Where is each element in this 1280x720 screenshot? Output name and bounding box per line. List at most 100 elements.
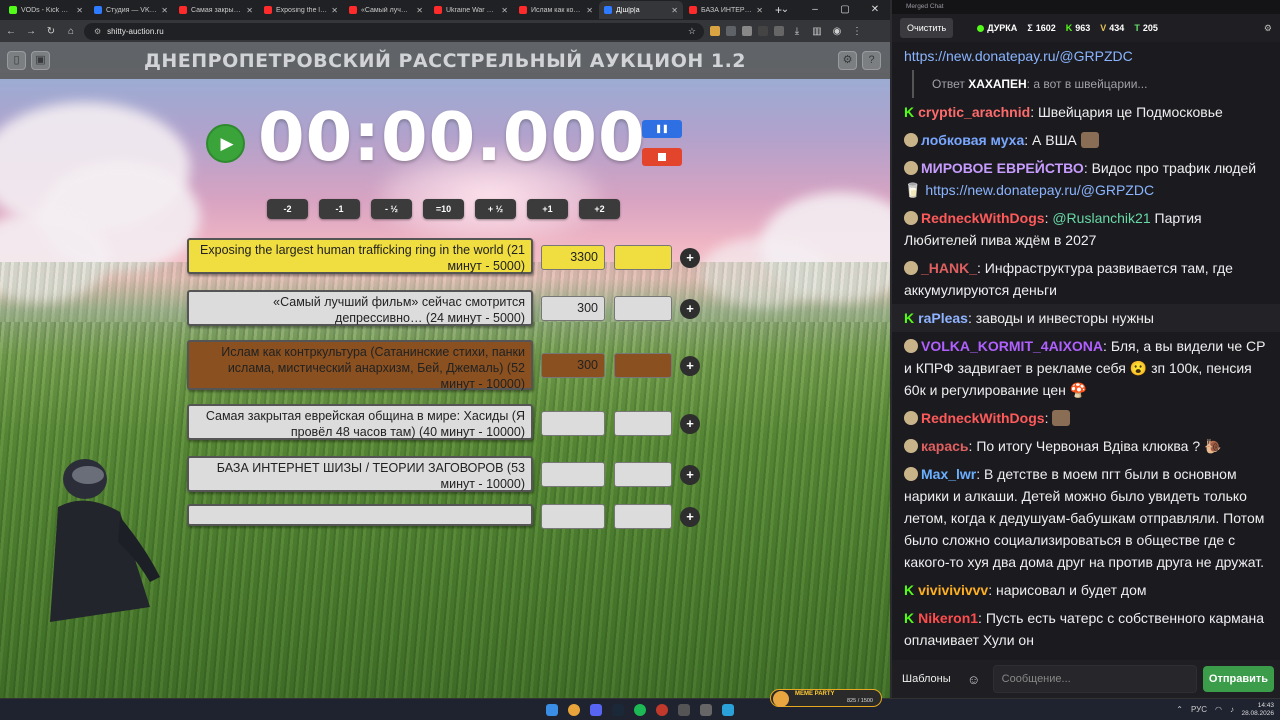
chat-username[interactable]: vivivivivvv xyxy=(918,582,988,598)
templates-button[interactable]: Шаблоны xyxy=(898,673,955,685)
adjust-button[interactable]: -2 xyxy=(267,199,308,219)
add-amount-button[interactable]: + xyxy=(680,465,700,485)
adjust-button[interactable]: - ½ xyxy=(371,199,412,219)
add-amount-button[interactable]: + xyxy=(680,414,700,434)
lot-amount[interactable] xyxy=(541,504,605,529)
lang-indicator[interactable]: РУС xyxy=(1191,705,1207,714)
lot-add-amount-input[interactable] xyxy=(614,296,672,321)
lot-add-amount-input[interactable] xyxy=(614,462,672,487)
start-icon[interactable] xyxy=(546,704,558,716)
add-amount-button[interactable]: + xyxy=(680,356,700,376)
close-tab-icon[interactable]: ✕ xyxy=(671,6,678,15)
bookmark-star-icon[interactable]: ☆ xyxy=(688,23,696,40)
back-icon[interactable]: ← xyxy=(4,26,18,37)
volume-icon[interactable]: ♪ xyxy=(1230,705,1234,714)
close-tab-icon[interactable]: ✕ xyxy=(416,6,423,15)
lot-add-amount-input[interactable] xyxy=(614,504,672,529)
tab-7[interactable]: Д|ш|р|а ✕ xyxy=(599,1,683,19)
adjust-button[interactable]: + ½ xyxy=(475,199,516,219)
minimize-button[interactable]: – xyxy=(800,0,830,20)
chat-username[interactable]: cryptic_arachnid xyxy=(918,104,1030,120)
extension-icon[interactable] xyxy=(758,26,768,36)
pause-button[interactable]: ❚❚ xyxy=(642,120,682,138)
chat-username[interactable]: карась xyxy=(921,438,969,454)
chat-username[interactable]: RedneckWithDogs xyxy=(921,210,1045,226)
clear-chat-button[interactable]: Очистить xyxy=(900,18,954,38)
chevron-up-icon[interactable]: ⌃ xyxy=(1176,705,1183,714)
extension-icon[interactable] xyxy=(726,26,736,36)
tab-search-icon[interactable]: ⌄ xyxy=(770,0,800,20)
chat-username[interactable]: raPleas xyxy=(918,310,968,326)
sidebar-icon[interactable]: ▥ xyxy=(810,26,824,37)
tab-3[interactable]: Exposing the larg ✕ xyxy=(259,1,343,19)
add-amount-button[interactable]: + xyxy=(680,248,700,268)
chat-mention[interactable]: @Ruslanchik21 xyxy=(1052,210,1150,226)
close-tab-icon[interactable]: ✕ xyxy=(586,6,593,15)
message-input[interactable]: Сообщение... xyxy=(992,665,1197,693)
chat-username[interactable]: Max_lwr xyxy=(921,466,976,482)
close-tab-icon[interactable]: ✕ xyxy=(161,6,168,15)
lot-amount[interactable] xyxy=(541,462,605,487)
chat-username[interactable]: VOLKA_KORMIT_4AIXONA xyxy=(921,338,1103,354)
chat-username[interactable]: _HANK_ xyxy=(921,260,977,276)
discord-icon[interactable] xyxy=(590,704,602,716)
donation-link[interactable]: https://new.donatepay.ru/@GRPZDC xyxy=(904,48,1133,64)
close-tab-icon[interactable]: ✕ xyxy=(756,6,763,15)
clock[interactable]: 14:43 28.08.2026 xyxy=(1241,702,1274,718)
close-tab-icon[interactable]: ✕ xyxy=(331,6,338,15)
chat-username[interactable]: Nikeron1 xyxy=(918,610,978,626)
emoji-icon[interactable]: ☺ xyxy=(961,672,987,687)
lot-title[interactable] xyxy=(187,504,533,526)
close-window-button[interactable]: ✕ xyxy=(860,0,890,20)
download-icon[interactable]: ⤓ xyxy=(790,26,804,37)
send-button[interactable]: Отправить xyxy=(1202,666,1274,692)
adjust-button[interactable]: -1 xyxy=(319,199,360,219)
extension-icon[interactable] xyxy=(710,26,720,36)
steam-icon[interactable] xyxy=(612,704,624,716)
lot-title[interactable]: Exposing the largest human trafficking r… xyxy=(187,238,533,274)
lot-title[interactable]: Самая закрытая еврейская община в мире: … xyxy=(187,404,533,440)
help-icon[interactable]: ? xyxy=(862,51,881,70)
settings-icon[interactable]: ⚙ xyxy=(1264,23,1272,34)
obs-icon[interactable] xyxy=(656,704,668,716)
app-icon[interactable] xyxy=(678,704,690,716)
forward-icon[interactable]: → xyxy=(24,26,38,37)
close-tab-icon[interactable]: ✕ xyxy=(246,6,253,15)
spotify-icon[interactable] xyxy=(634,704,646,716)
tab-1[interactable]: Студия — VK Видео ✕ xyxy=(89,1,173,19)
extension-icon[interactable] xyxy=(742,26,752,36)
lot-amount[interactable]: 300 xyxy=(541,353,605,378)
telegram-icon[interactable] xyxy=(722,704,734,716)
tab-4[interactable]: «Самый лучший» ✕ xyxy=(344,1,428,19)
stop-button[interactable] xyxy=(642,148,682,166)
chat-username[interactable]: МИРОВОЕ ЕВРЕЙСТВО xyxy=(921,160,1084,176)
tab-8[interactable]: БАЗА ИНТЕРНЕТ ✕ xyxy=(684,1,768,19)
app-icon[interactable] xyxy=(700,704,712,716)
close-tab-icon[interactable]: ✕ xyxy=(501,6,508,15)
tab-5[interactable]: Ukraine War Expo ✕ xyxy=(429,1,513,19)
lot-add-amount-input[interactable] xyxy=(614,411,672,436)
site-info-icon[interactable]: ⚙ xyxy=(94,23,101,40)
adjust-button[interactable]: =10 xyxy=(423,199,464,219)
chrome-icon[interactable] xyxy=(568,704,580,716)
home-icon[interactable]: ⌂ xyxy=(64,26,78,37)
lot-amount[interactable] xyxy=(541,411,605,436)
tab-0[interactable]: VODs - Kick Dash ✕ xyxy=(4,1,88,19)
menu-icon[interactable]: ⋮ xyxy=(850,26,864,37)
wifi-icon[interactable]: ◠ xyxy=(1215,705,1222,714)
maximize-button[interactable]: ▢ xyxy=(830,0,860,20)
add-amount-button[interactable]: + xyxy=(680,507,700,527)
chat-username[interactable]: RedneckWithDogs xyxy=(921,410,1045,426)
settings-icon[interactable]: ⚙ xyxy=(838,51,857,70)
adjust-button[interactable]: +2 xyxy=(579,199,620,219)
lot-add-amount-input[interactable] xyxy=(614,245,672,270)
add-amount-button[interactable]: + xyxy=(680,299,700,319)
url-field[interactable]: ⚙ shitty-auction.ru ☆ xyxy=(84,22,704,40)
donation-link[interactable]: https://new.donatepay.ru/@GRPZDC xyxy=(925,182,1154,198)
adjust-button[interactable]: +1 xyxy=(527,199,568,219)
puzzle-icon[interactable] xyxy=(774,26,784,36)
tab-6[interactable]: Ислам как контр ✕ xyxy=(514,1,598,19)
lot-amount[interactable]: 300 xyxy=(541,296,605,321)
play-button[interactable]: ▶ xyxy=(206,124,245,163)
lot-add-amount-input[interactable] xyxy=(614,353,672,378)
